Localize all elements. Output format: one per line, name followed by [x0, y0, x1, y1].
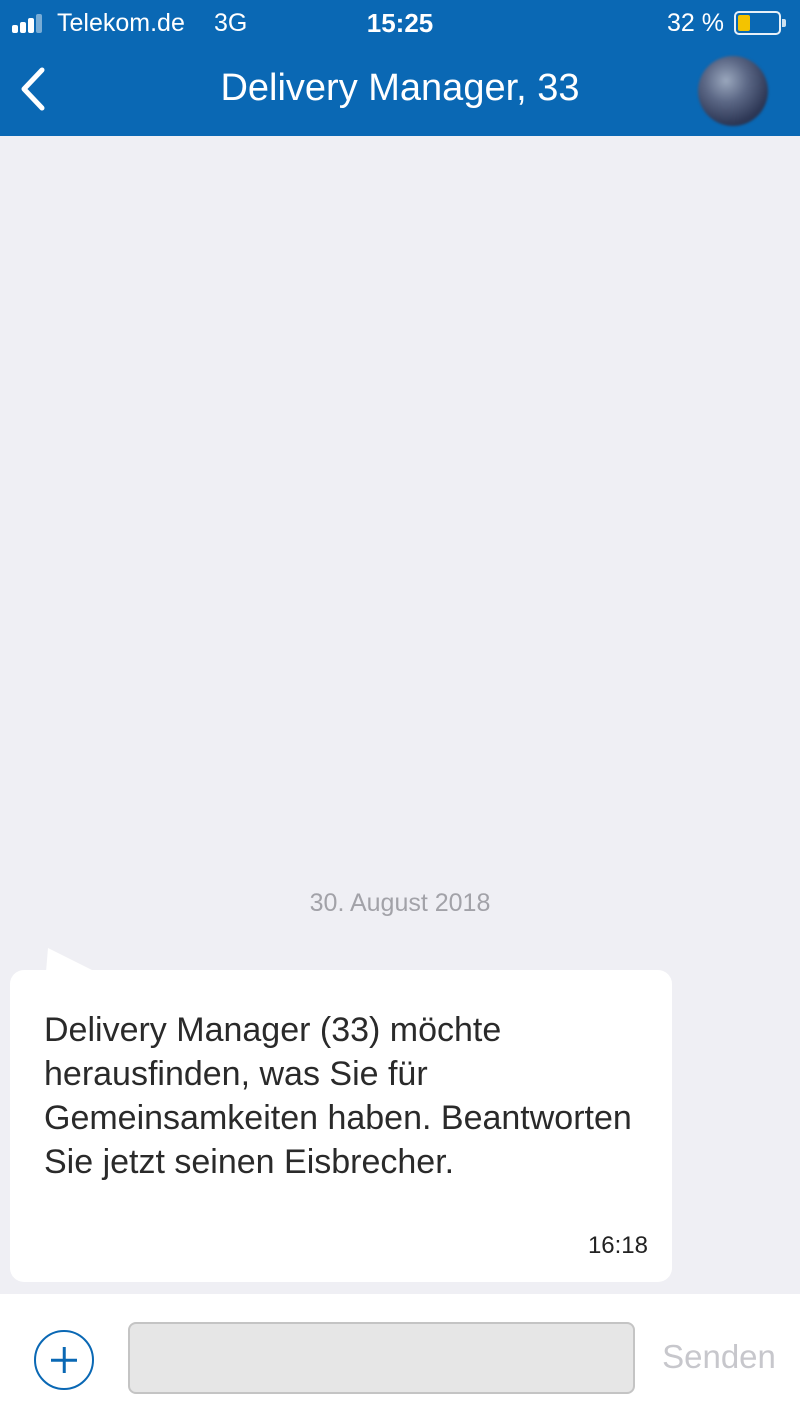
message-bubble[interactable]: Delivery Manager (33) möchte herausfinde…: [10, 970, 672, 1282]
date-separator: 30. August 2018: [309, 889, 491, 917]
message-composer: Senden: [0, 1294, 800, 1422]
top-bar: Telekom.de 3G 15:25 32 % Delivery Manage…: [0, 0, 800, 136]
message-text: Delivery Manager (33) möchte herausfinde…: [44, 1011, 632, 1181]
chat-area[interactable]: 30. August 2018 Delivery Manager (33) mö…: [0, 136, 800, 1294]
chevron-left-icon: [21, 67, 45, 111]
avatar[interactable]: [698, 56, 768, 126]
status-bar: Telekom.de 3G 15:25 32 %: [0, 0, 800, 44]
battery-percent: 32 %: [667, 9, 724, 37]
battery-icon: [734, 11, 786, 35]
navigation-bar: Delivery Manager, 33: [0, 44, 800, 136]
bubble-tail: [46, 948, 96, 972]
message-time: 16:18: [587, 1232, 648, 1259]
back-button[interactable]: [10, 64, 60, 114]
add-attachment-button[interactable]: [34, 1330, 94, 1390]
send-button[interactable]: Senden: [646, 1338, 792, 1376]
battery-fill: [738, 15, 750, 31]
chat-title: Delivery Manager, 33: [220, 67, 580, 109]
message-input[interactable]: [128, 1322, 635, 1394]
